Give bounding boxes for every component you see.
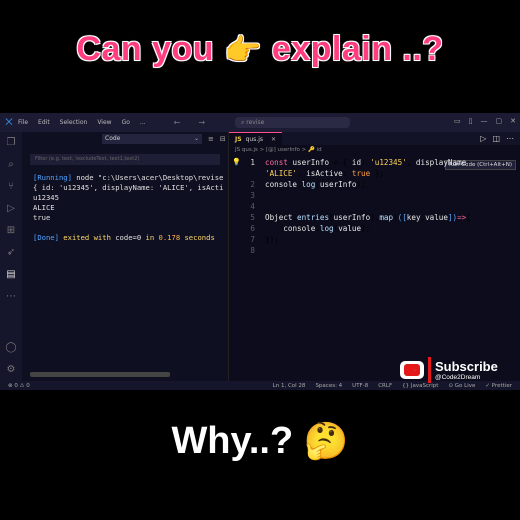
panel-toggle-icon[interactable]: ▯ [469, 117, 473, 125]
footer-text: Why..? [171, 420, 294, 462]
lightbulb-icon[interactable]: 💡 [232, 157, 241, 168]
footer-question: Why..? 🤔 [0, 420, 520, 463]
line-endings[interactable]: CRLF [378, 383, 392, 389]
done-label: [Done] [33, 233, 59, 242]
done-text1: exited with [58, 233, 116, 242]
divider [428, 357, 431, 383]
menu-view[interactable]: View [97, 119, 111, 126]
language-mode[interactable]: {} JavaScript [402, 383, 438, 389]
lock-scroll-icon[interactable]: ⊟ [220, 135, 226, 143]
source-control-icon[interactable]: ⑂ [0, 176, 22, 198]
headline-rest: explain ..? [271, 30, 444, 68]
encoding[interactable]: UTF-8 [352, 383, 368, 389]
headline-text: Can you [76, 30, 215, 68]
code-line: 5 Object.entries(userInfo).map(([key,valu… [250, 213, 471, 222]
menu-file[interactable]: File [18, 119, 28, 126]
code-line: 4 [250, 202, 255, 211]
close-icon[interactable]: ✕ [510, 117, 516, 125]
channel-handle: @Code2Dream [435, 374, 481, 381]
headline: Can you 👉 explain ..? [0, 30, 520, 69]
done-text2: in [141, 233, 159, 242]
output-icon[interactable]: ▤ [0, 264, 22, 286]
explorer-icon[interactable]: ❐ [0, 132, 22, 154]
titlebar: ⨉ File Edit Selection View Go ... ← → ⌕ … [0, 113, 520, 132]
search-text: revise [246, 119, 265, 126]
command-center-search[interactable]: ⌕ revise [235, 117, 350, 128]
youtube-logo-icon [400, 361, 424, 379]
vscode-window: ⨉ File Edit Selection View Go ... ← → ⌕ … [0, 113, 520, 390]
subscribe-label: Subscribe [435, 359, 498, 374]
output-channel-dropdown[interactable]: Code ⌄ [102, 134, 202, 144]
indentation[interactable]: Spaces: 4 [315, 383, 342, 389]
pointing-hand-icon: 👉 [224, 34, 262, 67]
editor-area: JS qus.js ✕ ▷ ◫ ⋯ Run Code (Ctrl+Alt+N) … [228, 131, 520, 381]
output-filter-input[interactable]: Filter (e.g. text, !excludeText, text1,t… [30, 154, 220, 165]
panel-header: Code ⌄ ≡ ⊟ [22, 132, 228, 146]
live-share-icon[interactable]: ➶ [0, 242, 22, 264]
account-icon[interactable]: ◯ [0, 337, 22, 359]
vscode-logo-icon: ⨉ [5, 117, 13, 128]
output-text: [Running] node "c:\Users\acer\Desktop\re… [22, 173, 228, 243]
code-line: 6 console.log(value); [250, 224, 371, 233]
running-label: [Running] [33, 173, 72, 182]
tab-close-icon[interactable]: ✕ [271, 136, 276, 143]
output-line-id: u12345 [33, 193, 59, 202]
menu-go[interactable]: Go [122, 119, 130, 126]
done-text3: seconds [180, 233, 215, 242]
run-debug-icon[interactable]: ▷ [0, 198, 22, 220]
code-line: 💡 1 const userInfo = { id: 'u12345', displ… [232, 157, 471, 168]
menu-more[interactable]: ... [140, 119, 146, 126]
maximize-icon[interactable]: ▢ [496, 117, 503, 125]
run-code-icon[interactable]: ▷ [480, 134, 486, 143]
forward-arrow-icon[interactable]: → [198, 118, 205, 127]
tab-label: qus.js [245, 135, 263, 143]
code-line: 7}); [250, 235, 279, 244]
layout-icon[interactable]: ▭ [454, 117, 461, 125]
thinking-face-icon: 🤔 [303, 420, 349, 461]
prettier-status[interactable]: ✓ Prettier [485, 383, 512, 389]
search-icon[interactable]: ⌕ [0, 154, 22, 176]
clear-output-icon[interactable]: ≡ [208, 135, 214, 143]
done-time: 0.178 [158, 233, 181, 242]
more-icon[interactable]: ⋯ [0, 286, 22, 308]
code-line: 'ALICE', isActive: true }; [265, 169, 384, 178]
back-arrow-icon[interactable]: ← [174, 118, 181, 127]
activity-bar: ❐ ⌕ ⑂ ▷ ⊞ ➶ ▤ ⋯ ◯ ⚙ [0, 132, 22, 381]
done-code: code=0 [115, 233, 142, 242]
tab-qus-js[interactable]: JS qus.js ✕ [229, 131, 283, 146]
extensions-icon[interactable]: ⊞ [0, 220, 22, 242]
subscribe-badge: Subscribe @Code2Dream [400, 357, 498, 383]
split-editor-icon[interactable]: ◫ [492, 134, 500, 143]
output-line-object: { id: 'u12345', displayName: 'ALICE', is… [33, 183, 224, 192]
problems-indicator[interactable]: ⊗ 0 ⚠ 0 [8, 383, 30, 389]
output-line-active: true [33, 213, 51, 222]
horizontal-scrollbar[interactable] [30, 372, 170, 377]
code-view[interactable]: 💡 1 const userInfo = { id: 'u12345', displ… [229, 157, 520, 256]
menu-edit[interactable]: Edit [38, 119, 50, 126]
window-controls: ▭ ▯ — ▢ ✕ [454, 117, 516, 125]
command-text: node "c:\Users\acer\Desktop\revise [71, 173, 224, 182]
dropdown-value: Code [105, 135, 121, 142]
more-actions-icon[interactable]: ⋯ [506, 134, 514, 143]
js-file-icon: JS [235, 135, 242, 143]
code-line: 2 console.log(userInfo); [250, 180, 366, 189]
menu-selection[interactable]: Selection [60, 119, 88, 126]
breadcrumb[interactable]: JS qus.js > [@] userInfo > 🔑 id [229, 145, 520, 155]
editor-tabs: JS qus.js ✕ [229, 131, 520, 146]
settings-gear-icon[interactable]: ⚙ [0, 359, 22, 381]
cursor-position[interactable]: Ln 1, Col 28 [273, 383, 306, 389]
go-live-button[interactable]: ⊙ Go Live [448, 383, 475, 389]
output-panel: Code ⌄ ≡ ⊟ Filter (e.g. text, !excludeTe… [22, 132, 228, 381]
code-line: 8 [250, 246, 255, 255]
output-line-name: ALICE [33, 203, 55, 212]
chevron-down-icon: ⌄ [193, 135, 199, 142]
minimize-icon[interactable]: — [481, 117, 488, 125]
editor-actions: ▷ ◫ ⋯ [480, 134, 514, 143]
code-line: 3 [250, 191, 255, 200]
